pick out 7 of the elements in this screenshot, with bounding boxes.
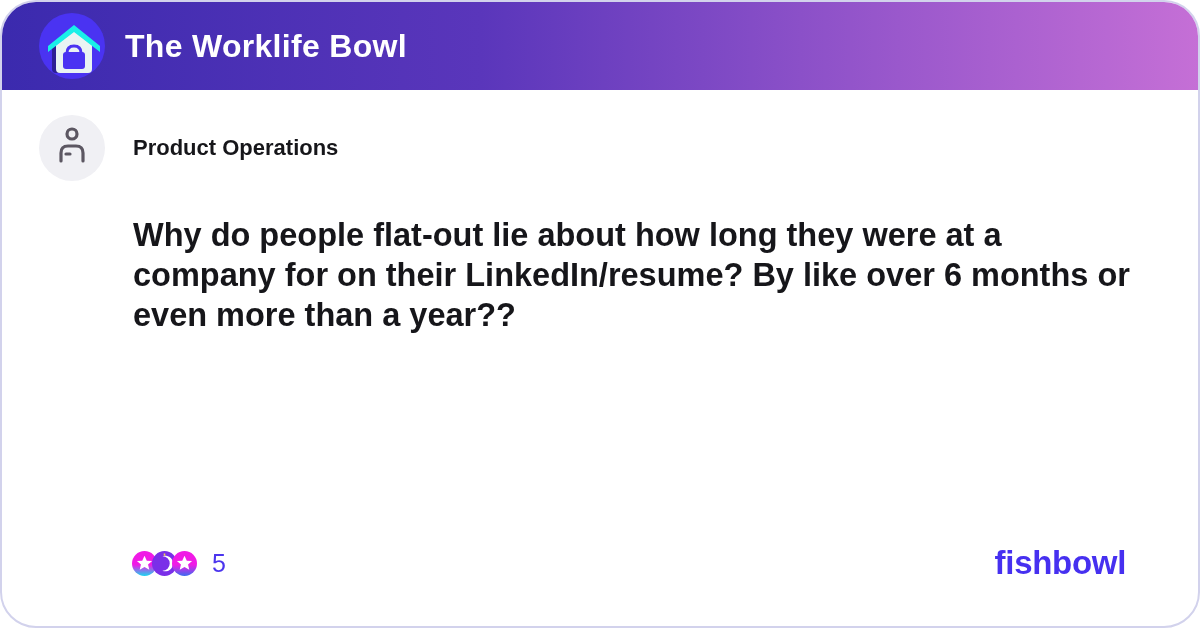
community-title: The Worklife Bowl [125,27,407,65]
author-name: Product Operations [133,135,339,161]
brand-logo: fishbowl [994,544,1126,582]
avatar-icon [39,115,105,181]
post-question: Why do people flat-out lie about how long they were at a company for on their LinkedIn/resume? By like over 6 months or even more than a year?? [133,216,1131,335]
reaction-count: 5 [212,548,226,578]
house-lock-icon [39,13,105,79]
